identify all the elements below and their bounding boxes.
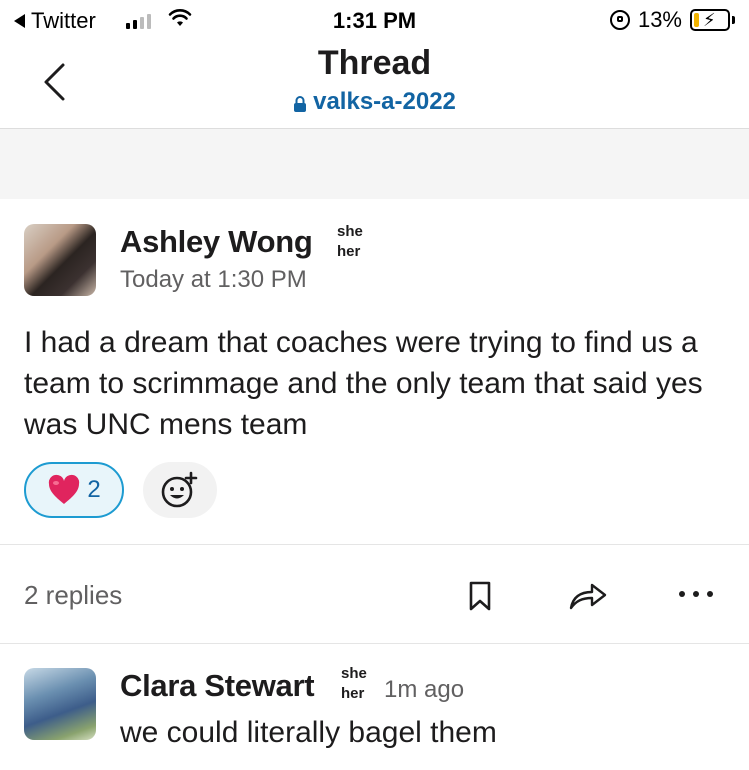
battery-fill [694, 13, 699, 27]
avatar[interactable] [24, 668, 96, 740]
battery-percent: 13% [637, 7, 682, 32]
orientation-lock-icon [609, 10, 630, 30]
page-title: Thread [317, 44, 432, 82]
message-timestamp: Today at 1:30 PM [120, 266, 307, 293]
reply-text: we could literally bagel them [120, 716, 497, 749]
status-right: 13% ⚡ [609, 7, 735, 33]
divider [0, 544, 749, 545]
reply-timestamp: 1m ago [384, 676, 465, 703]
pronoun-badge: she her [337, 222, 363, 262]
reply-author-name[interactable]: Clara Stewart [120, 668, 315, 704]
battery-nub [732, 16, 735, 24]
reaction-heart-button[interactable]: 2 [24, 462, 124, 518]
author-name[interactable]: Ashley Wong [120, 224, 313, 260]
channel-name: valks-a-2022 [313, 88, 456, 115]
add-emoji-icon [161, 471, 198, 508]
share-icon[interactable] [568, 580, 608, 612]
header-spacer [0, 129, 749, 199]
charging-bolt-icon: ⚡ [703, 10, 716, 30]
replies-count: 2 replies [24, 580, 123, 610]
bookmark-icon[interactable] [466, 580, 494, 612]
lock-icon [294, 96, 307, 112]
heart-icon [49, 474, 80, 504]
pronoun-badge: she her [341, 664, 367, 704]
add-reaction-button[interactable] [143, 462, 217, 518]
more-options-icon[interactable] [676, 584, 716, 604]
pronoun-top: she [337, 223, 363, 240]
message-text: I had a dream that coaches were trying t… [24, 326, 703, 441]
channel-link[interactable]: valks-a-2022 [0, 88, 749, 116]
pronoun-bottom: her [341, 685, 365, 702]
reaction-count: 2 [87, 476, 101, 503]
status-bar: Twitter 1:31 PM 13% ⚡ [0, 0, 749, 44]
pronoun-top: she [341, 665, 367, 682]
battery-icon: ⚡ [690, 9, 730, 31]
pronoun-bottom: her [337, 243, 361, 260]
avatar[interactable] [24, 224, 96, 296]
divider [0, 643, 749, 644]
